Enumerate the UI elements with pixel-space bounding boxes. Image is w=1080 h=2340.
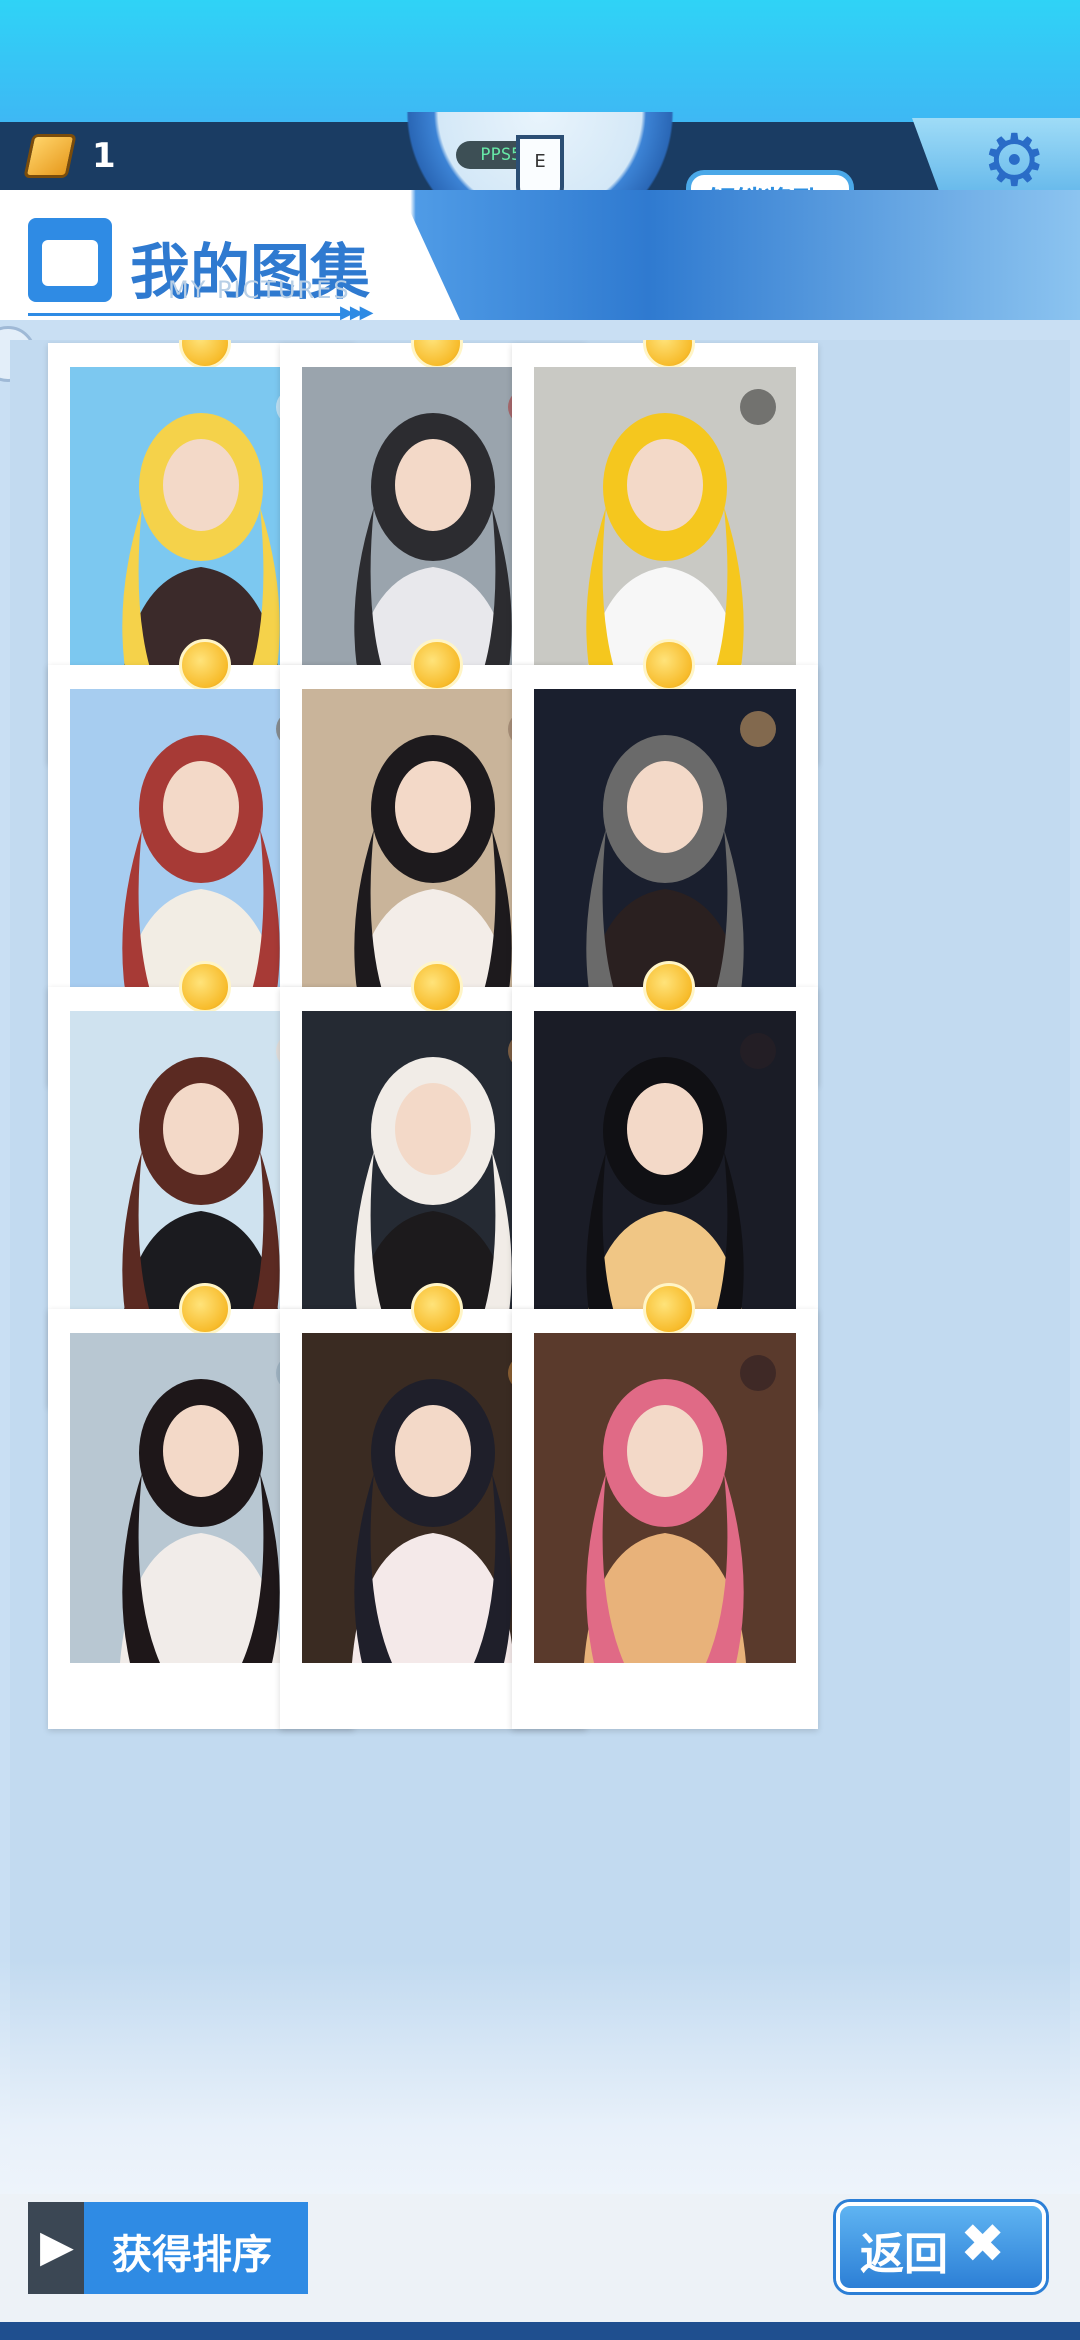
- gallery-grid: 入门级打印👍2985入门级打印👍3627入门级打印👍5221街拍打印机👍1571…: [10, 340, 1070, 2195]
- bottom-edge: [0, 2322, 1080, 2340]
- close-x-icon[interactable]: ✖: [960, 2214, 1005, 2274]
- gold-pin-icon: [411, 340, 463, 369]
- gold-pin-icon: [643, 961, 695, 1013]
- gold-pin-icon: [179, 1283, 231, 1335]
- sky-background: [0, 0, 1080, 130]
- title-underline: [28, 313, 348, 316]
- album-icon: [28, 218, 112, 302]
- gold-pin-icon: [179, 340, 231, 369]
- gold-pin-icon: [643, 340, 695, 369]
- rank-label[interactable]: 获得排序: [112, 2222, 272, 2280]
- gold-pin-icon: [411, 961, 463, 1013]
- gold-pin-icon: [643, 639, 695, 691]
- photo-card[interactable]: [512, 1283, 818, 1729]
- bottom-fade: [0, 1960, 1080, 2200]
- gold-pin-icon: [643, 1283, 695, 1335]
- title-arrows-icon: ▶▶▶: [340, 302, 373, 323]
- currency-count: 1: [92, 136, 116, 176]
- gold-pin-icon: [179, 961, 231, 1013]
- gold-pin-icon: [179, 639, 231, 691]
- gear-icon[interactable]: ⚙: [982, 124, 1047, 196]
- page-subtitle: MY PICTURES: [168, 276, 351, 304]
- ticket-currency-icon: [23, 134, 77, 178]
- gold-pin-icon: [411, 1283, 463, 1335]
- gold-pin-icon: [411, 639, 463, 691]
- play-icon: ▶: [40, 2221, 74, 2272]
- character-portrait[interactable]: [534, 1333, 796, 1663]
- back-label[interactable]: 返回: [860, 2218, 948, 2282]
